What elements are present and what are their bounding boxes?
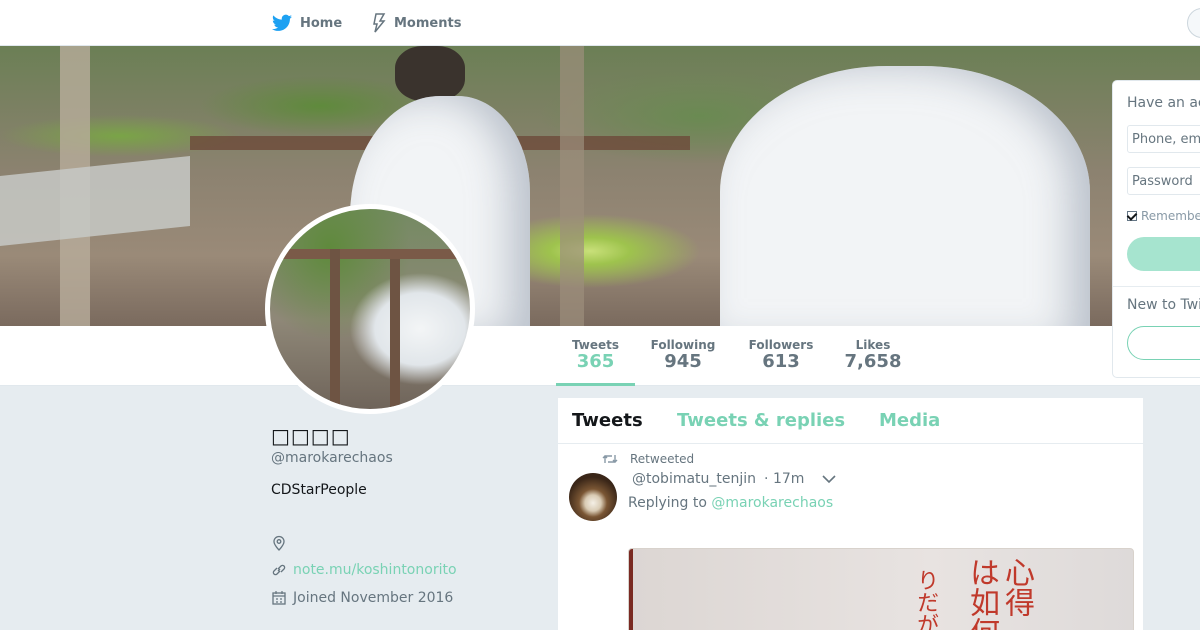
timeline-tabs: Tweets Tweets & replies Media — [558, 398, 1143, 444]
reply-prefix: Replying to — [628, 495, 707, 511]
stat-value: 613 — [762, 351, 800, 372]
tweet-author-handle[interactable]: @tobimatu_tenjin — [632, 471, 756, 487]
timeline: Tweets Tweets & replies Media Retweeted … — [557, 397, 1144, 630]
stat-value: 945 — [664, 351, 702, 372]
location-icon — [273, 535, 285, 551]
profile-stats-bar: Tweets 365 Following 945 Followers 613 L… — [0, 326, 1200, 386]
calendar-icon — [272, 591, 286, 605]
account-avatar[interactable] — [1187, 8, 1200, 38]
stat-label: Followers — [748, 338, 814, 352]
link-icon — [272, 564, 286, 576]
retweet-context: Retweeted — [602, 452, 694, 466]
stat-label: Likes — [855, 338, 891, 352]
login-card: Have an ac Phone, em Password Remembe Ne… — [1112, 80, 1200, 378]
profile-handle[interactable]: @marokarechaos — [271, 450, 393, 466]
profile-bio: CDStarPeople — [271, 482, 367, 498]
nav-home-label: Home — [300, 15, 343, 31]
tweet-author-avatar[interactable] — [569, 473, 617, 521]
remember-me[interactable]: Remembe — [1127, 209, 1200, 223]
login-heading: Have an ac — [1127, 95, 1200, 111]
profile-url-link[interactable]: note.mu/koshintonorito — [293, 562, 457, 578]
reply-to-handle[interactable]: @marokarechaos — [711, 495, 833, 511]
tab-tweets-replies[interactable]: Tweets & replies — [677, 410, 845, 431]
media-decoration: 心得 — [999, 557, 1034, 617]
tweet-timestamp[interactable]: · 17m — [764, 471, 804, 487]
signup-button[interactable] — [1127, 326, 1200, 360]
profile-url: note.mu/koshintonorito — [271, 562, 457, 578]
stat-value: 365 — [576, 351, 615, 372]
password-input[interactable]: Password — [1127, 167, 1200, 195]
profile-name[interactable]: □□□□ — [271, 424, 351, 448]
nav-moments[interactable]: Moments — [372, 0, 461, 46]
top-navigation: Home Moments — [0, 0, 1200, 46]
tab-media[interactable]: Media — [879, 410, 940, 431]
login-button[interactable] — [1127, 237, 1200, 271]
nav-moments-label: Moments — [394, 15, 462, 31]
profile-banner — [0, 46, 1200, 326]
profile-location — [271, 535, 293, 551]
nav-home[interactable]: Home — [272, 0, 342, 46]
stat-label: Following — [650, 338, 716, 352]
tweet-replying-to: Replying to @marokarechaos — [628, 495, 833, 511]
retweet-icon — [602, 455, 618, 463]
stat-likes[interactable]: Likes 7,658 — [839, 326, 907, 386]
tweet-header: @tobimatu_tenjin · 17m — [632, 471, 836, 487]
media-decoration: りだが — [913, 569, 938, 630]
retweet-label: Retweeted — [630, 452, 695, 466]
signup-heading: New to Twi — [1127, 297, 1200, 313]
stat-tweets[interactable]: Tweets 365 — [556, 326, 635, 386]
profile-joined: Joined November 2016 — [271, 590, 453, 606]
remember-checkbox[interactable] — [1127, 211, 1137, 221]
tweet-media-image[interactable]: りだが は如何 心得 — [628, 548, 1134, 630]
profile-avatar[interactable] — [265, 204, 475, 414]
stat-following[interactable]: Following 945 — [645, 326, 721, 386]
tab-tweets[interactable]: Tweets — [572, 410, 643, 431]
profile-joined-text: Joined November 2016 — [293, 590, 454, 606]
lightning-icon — [373, 13, 386, 33]
phone-email-input[interactable]: Phone, em — [1127, 125, 1200, 153]
remember-label: Remembe — [1141, 209, 1200, 223]
stat-label: Tweets — [571, 338, 620, 352]
chevron-down-icon[interactable] — [822, 474, 836, 484]
stat-followers[interactable]: Followers 613 — [743, 326, 819, 386]
twitter-bird-icon — [272, 14, 292, 31]
stat-value: 7,658 — [844, 351, 902, 372]
